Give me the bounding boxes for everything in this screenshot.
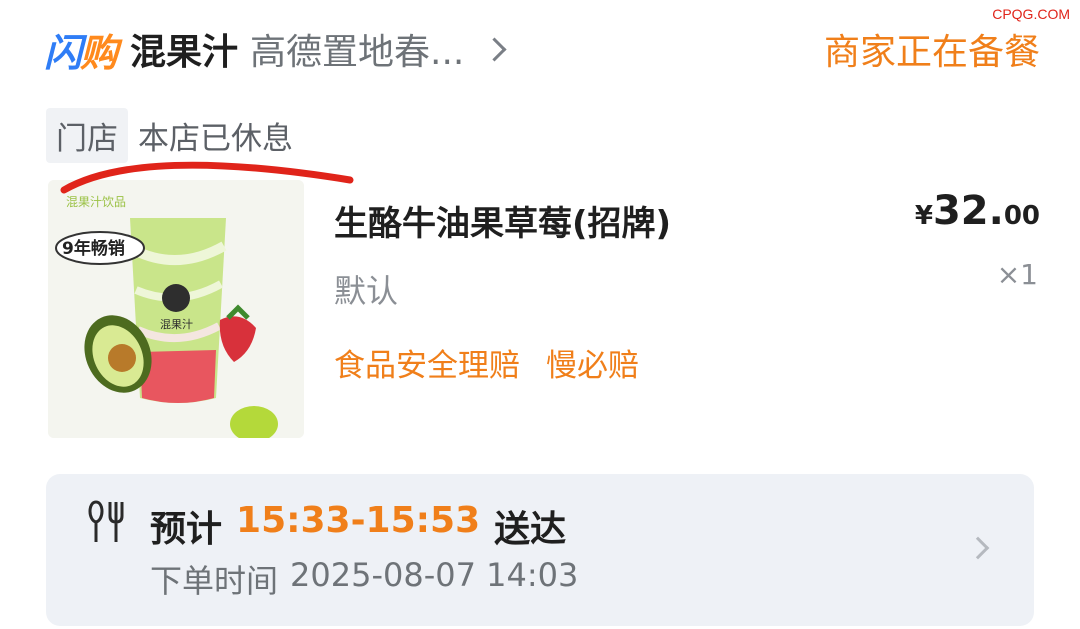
price-integer: 32.	[932, 188, 1004, 234]
eta-suffix: 送达	[494, 509, 567, 550]
order-time-label: 下单时间	[150, 562, 279, 600]
shop-name[interactable]: 混果汁	[130, 23, 238, 75]
annotation-red-line	[60, 161, 354, 194]
eta-time-range: 15:33-15:53	[236, 500, 481, 541]
logo-char-1: 闪	[44, 30, 82, 75]
order-status: 商家正在备餐	[823, 32, 1040, 73]
product-spec: 默认	[334, 272, 399, 310]
image-badge: 9年畅销	[62, 238, 125, 259]
shop-branch[interactable]: 高德置地春...	[250, 23, 464, 75]
image-brand: 混果汁	[160, 318, 193, 331]
logo-char-2: 购	[80, 30, 118, 75]
order-time-line: 下单时间 2025-08-07 14:03	[150, 556, 578, 602]
order-time: 2025-08-07 14:03	[290, 556, 579, 594]
product-quantity: ×1	[996, 258, 1038, 291]
chevron-right-icon[interactable]	[482, 36, 507, 62]
order-header: 闪购 混果汁 高德置地春... 商家正在备餐	[44, 20, 1040, 78]
product-tags: 食品安全理赔 慢必赔	[334, 340, 639, 385]
tag-late-compensation[interactable]: 慢必赔	[546, 340, 639, 385]
fork-knife-icon	[88, 500, 124, 542]
tag-food-safety[interactable]: 食品安全理赔	[334, 340, 520, 385]
eta-line: 预计 15:33-15:53 送达	[150, 500, 566, 552]
product-name[interactable]: 生酪牛油果草莓(招牌)	[334, 196, 671, 245]
eta-label: 预计	[150, 509, 223, 550]
shangou-logo: 闪购	[44, 22, 118, 77]
price-decimal: 00	[1003, 201, 1040, 231]
price-currency: ¥	[914, 201, 933, 231]
product-image[interactable]: 混果汁饮品 混果汁 9年畅销	[48, 180, 304, 438]
chevron-right-icon[interactable]	[966, 536, 990, 560]
product-price: ¥32.00	[915, 188, 1040, 234]
delivery-card[interactable]: 预计 15:33-15:53 送达 下单时间 2025-08-07 14:03	[46, 474, 1034, 626]
